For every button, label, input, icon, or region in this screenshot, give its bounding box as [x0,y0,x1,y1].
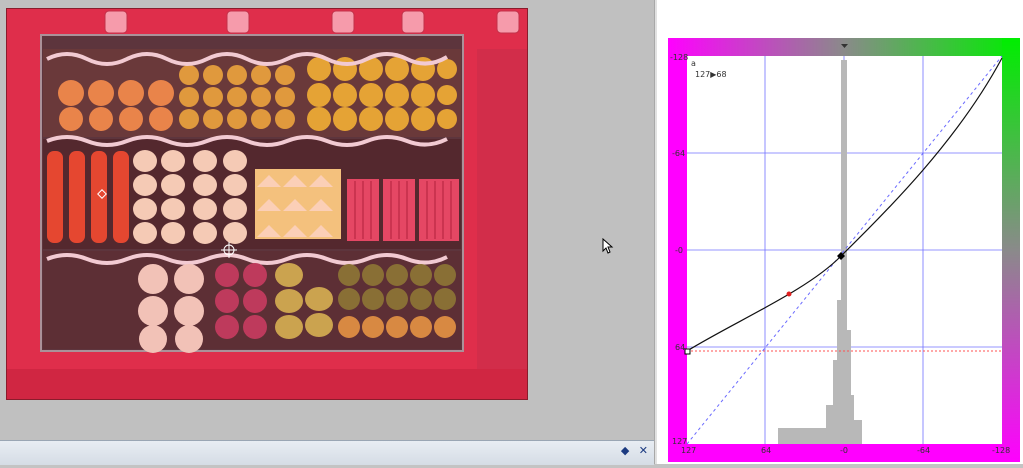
docked-panel-bar: ◆ ✕ [0,440,654,465]
fruit-stall-photo[interactable] [6,8,528,400]
coordinate-readout: 127▶68 [695,70,727,79]
left-tick: 64 [675,343,685,352]
bottom-tick: 127 [681,446,696,455]
curves-panel: a 127▶68 -128 -64 -0 64 127 127 64 -0 -6… [658,0,1023,464]
channel-label: a [691,59,696,68]
left-tick: -64 [672,149,685,158]
bottom-tick: -64 [917,446,930,455]
image-canvas[interactable]: ◆ ✕ [0,0,654,465]
mouse-pointer-icon [602,238,614,254]
curves-editor[interactable]: a 127▶68 -128 -64 -0 64 127 127 64 -0 -6… [658,0,1023,464]
close-icon[interactable]: ✕ [639,444,648,457]
bottom-tick: 64 [761,446,771,455]
left-tick: -128 [670,53,688,62]
photo-illustration [7,9,527,399]
left-tick: -0 [675,246,683,255]
bottom-tick: -128 [992,446,1010,455]
bottom-tick: -0 [840,446,848,455]
curve-point-start [684,348,691,355]
pin-icon[interactable]: ◆ [621,444,629,457]
left-tick: 127 [672,437,687,446]
curve-point-selected [786,291,792,297]
gradient-frame-right [1002,38,1020,462]
